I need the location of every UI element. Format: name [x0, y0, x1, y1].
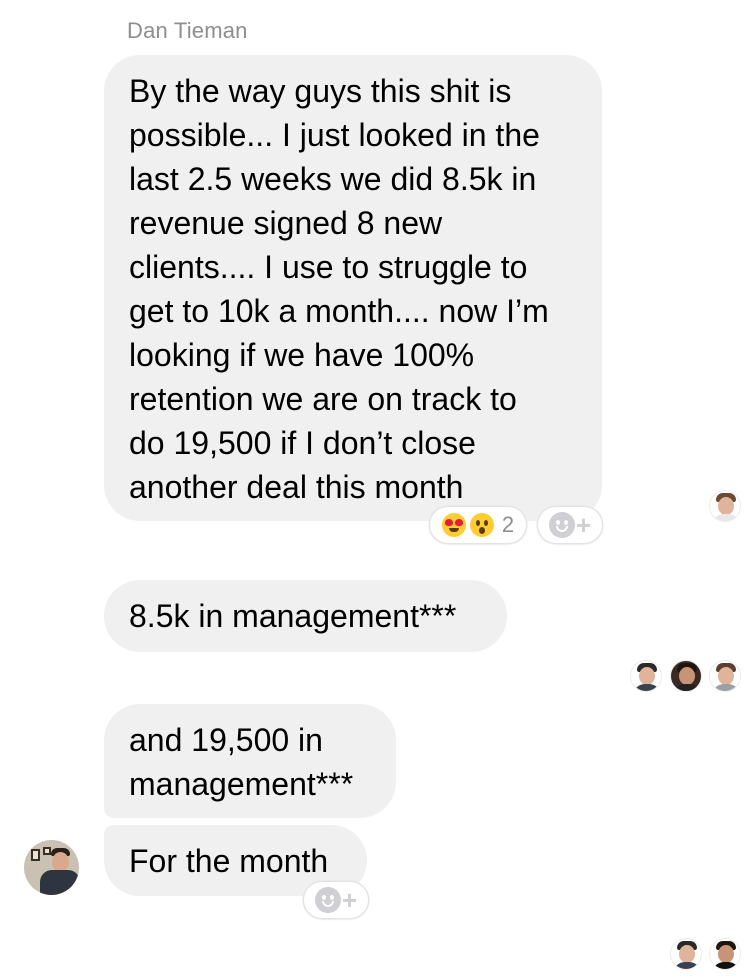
message-line: last 2.5 weeks we did 8.5k in — [129, 161, 537, 197]
message-line: retention we are on track to — [129, 381, 517, 417]
wow-emoji-icon — [469, 513, 494, 537]
message-bubble[interactable]: By the way guys this shit is possible...… — [104, 55, 602, 521]
smiley-icon — [548, 512, 575, 538]
read-receipt-avatar[interactable] — [709, 490, 741, 522]
message-line: looking if we have 100% — [129, 337, 475, 373]
message-line: For the month — [129, 843, 329, 879]
message-line: possible... I just looked in the — [129, 117, 540, 153]
smiley-icon — [314, 887, 341, 913]
read-receipt-avatar[interactable] — [670, 660, 702, 692]
reaction-count: 2 — [501, 512, 515, 537]
message-line: get to 10k a month.... now I’m — [129, 293, 549, 329]
message-line: revenue signed 8 new — [129, 205, 443, 241]
read-receipt-avatar[interactable] — [709, 660, 741, 692]
read-receipt-avatar[interactable] — [709, 938, 741, 970]
message-line: 8.5k in management*** — [129, 598, 457, 634]
message-line: clients.... I use to struggle to — [129, 249, 528, 285]
reaction-summary[interactable]: 2 — [430, 507, 526, 543]
add-reaction-button[interactable]: + — [538, 507, 602, 543]
heart-eyes-emoji-icon — [441, 513, 466, 537]
message-line: another deal this month — [129, 469, 464, 505]
read-receipt-avatar[interactable] — [630, 660, 662, 692]
sender-avatar[interactable] — [24, 840, 79, 895]
plus-icon: + — [575, 510, 592, 540]
message-bubble[interactable]: and 19,500 in management*** — [104, 704, 396, 818]
message-line: and 19,500 in — [129, 722, 323, 758]
message-bubble[interactable]: 8.5k in management*** — [104, 580, 507, 652]
read-receipt-avatar[interactable] — [670, 938, 702, 970]
message-line: management*** — [129, 766, 354, 802]
plus-icon: + — [341, 885, 358, 915]
message-line: do 19,500 if I don’t close — [129, 425, 476, 461]
message-line: By the way guys this shit is — [129, 73, 512, 109]
sender-name: Dan Tieman — [127, 18, 248, 43]
add-reaction-button[interactable]: + — [304, 882, 368, 918]
